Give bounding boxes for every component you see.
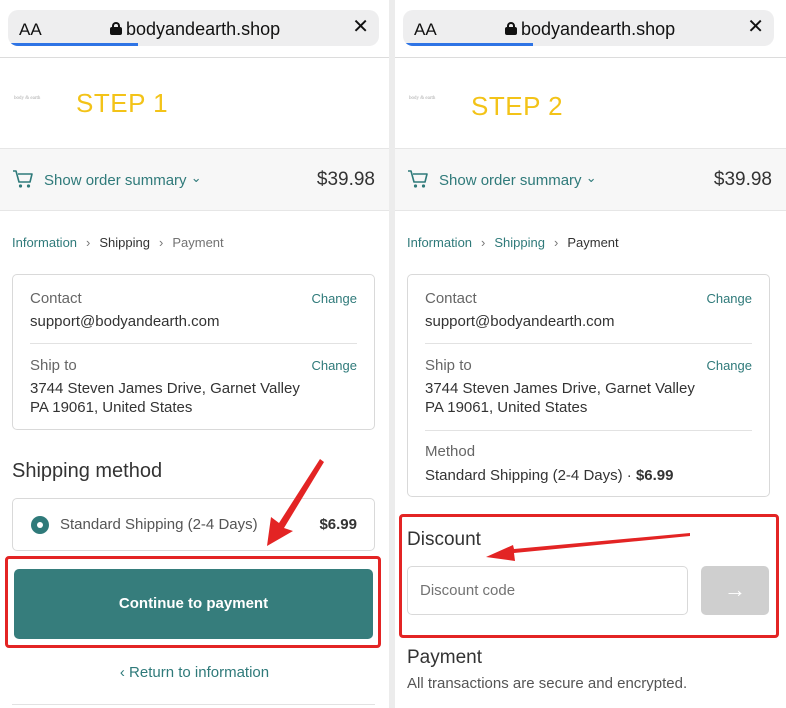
ship-to-row: Ship to Change 3744 Steven James Drive, … (13, 343, 374, 429)
divider (12, 704, 375, 705)
return-to-information-link[interactable]: ‹ Return to information (0, 664, 389, 681)
ship-to-row: Ship to Change 3744 Steven James Drive, … (408, 343, 769, 430)
breadcrumb-payment: Payment (567, 235, 619, 250)
order-summary-bar[interactable]: Show order summary ⌄ $39.98 (395, 148, 786, 211)
breadcrumb-shipping: Shipping (99, 235, 150, 250)
close-icon[interactable]: ✕ (352, 17, 369, 37)
lock-icon (505, 22, 517, 35)
ship-to-label: Ship to (30, 357, 77, 374)
text-size-button[interactable]: AA (19, 20, 42, 40)
contact-value: support@bodyandearth.com (30, 313, 220, 330)
show-order-summary-label: Show order summary (44, 172, 187, 189)
change-ship-to-link[interactable]: Change (311, 358, 357, 373)
shop-logo[interactable]: body & earth (409, 96, 435, 101)
browser-toolbar: AA bodyandearth.shop ✕ (0, 0, 389, 58)
chevron-down-icon: ⌄ (190, 170, 202, 185)
show-order-summary-link[interactable]: Show order summary ⌄ (44, 170, 202, 189)
text-size-button[interactable]: AA (414, 20, 437, 40)
breadcrumb-information[interactable]: Information (407, 235, 472, 250)
contact-value: support@bodyandearth.com (425, 313, 615, 330)
chevron-down-icon: ⌄ (585, 170, 597, 185)
address-bar[interactable]: AA bodyandearth.shop ✕ (403, 10, 774, 46)
radio-selected-icon[interactable] (31, 516, 49, 534)
contact-label: Contact (30, 290, 82, 307)
cart-icon (408, 170, 428, 188)
url-text[interactable]: bodyandearth.shop (126, 19, 280, 40)
annotation-highlight-box (399, 514, 779, 638)
chevron-right-icon: › (481, 235, 486, 250)
method-label: Method (425, 443, 476, 460)
contact-label: Contact (425, 290, 477, 307)
breadcrumb: Information › Shipping › Payment (407, 235, 619, 250)
show-order-summary-link[interactable]: Show order summary ⌄ (439, 170, 597, 189)
payment-title: Payment (407, 647, 482, 668)
change-ship-to-link[interactable]: Change (706, 358, 752, 373)
ship-to-line-1: 3744 Steven James Drive, Garnet Valley (30, 380, 300, 397)
close-icon[interactable]: ✕ (747, 17, 764, 37)
shipping-option[interactable]: Standard Shipping (2-4 Days) $6.99 (12, 498, 375, 551)
chevron-right-icon: › (554, 235, 559, 250)
method-value: Standard Shipping (2-4 Days) · $6.99 (425, 466, 673, 485)
lock-icon (110, 22, 122, 35)
method-name: Standard Shipping (2-4 Days) · (425, 467, 636, 484)
ship-to-line-2: PA 19061, United States (30, 399, 193, 416)
address-bar[interactable]: AA bodyandearth.shop ✕ (8, 10, 379, 46)
order-total: $39.98 (316, 169, 375, 190)
shop-logo[interactable]: body & earth (14, 96, 40, 101)
breadcrumb-payment: Payment (172, 235, 224, 250)
annotation-highlight-box (5, 556, 381, 648)
method-price: $6.99 (635, 467, 674, 484)
breadcrumb-shipping[interactable]: Shipping (494, 235, 545, 250)
breadcrumb-information[interactable]: Information (12, 235, 77, 250)
payment-subtitle: All transactions are secure and encrypte… (407, 675, 688, 692)
step-label: STEP 2 (471, 91, 564, 121)
page-load-progress (8, 43, 138, 46)
contact-row: Contact Change support@bodyandearth.com (408, 275, 769, 343)
ship-to-label: Ship to (425, 357, 472, 374)
shipping-method-title: Shipping method (12, 460, 163, 482)
ship-to-line-2: PA 19061, United States (425, 399, 588, 416)
order-summary-bar[interactable]: Show order summary ⌄ $39.98 (0, 148, 389, 211)
chevron-right-icon: › (86, 235, 91, 250)
shipping-option-price: $6.99 (319, 516, 357, 533)
review-box: Contact Change support@bodyandearth.com … (407, 274, 770, 497)
contact-row: Contact Change support@bodyandearth.com (13, 275, 374, 343)
show-order-summary-label: Show order summary (439, 172, 582, 189)
ship-to-line-1: 3744 Steven James Drive, Garnet Valley (425, 380, 695, 397)
step-label: STEP 1 (76, 88, 169, 118)
cart-icon (13, 170, 33, 188)
shipping-option-name: Standard Shipping (2-4 Days) (60, 516, 258, 533)
step-1-screen: AA bodyandearth.shop ✕ body & earth STEP… (0, 0, 389, 708)
step-2-screen: AA bodyandearth.shop ✕ body & earth STEP… (395, 0, 786, 708)
breadcrumb: Information › Shipping › Payment (12, 235, 224, 250)
change-contact-link[interactable]: Change (311, 291, 357, 306)
change-contact-link[interactable]: Change (706, 291, 752, 306)
chevron-right-icon: › (159, 235, 164, 250)
order-total: $39.98 (713, 169, 772, 190)
method-row: Method Standard Shipping (2-4 Days) · $6… (408, 430, 769, 496)
browser-toolbar: AA bodyandearth.shop ✕ (395, 0, 786, 58)
review-box: Contact Change support@bodyandearth.com … (12, 274, 375, 430)
page-load-progress (403, 43, 533, 46)
url-text[interactable]: bodyandearth.shop (521, 19, 675, 40)
